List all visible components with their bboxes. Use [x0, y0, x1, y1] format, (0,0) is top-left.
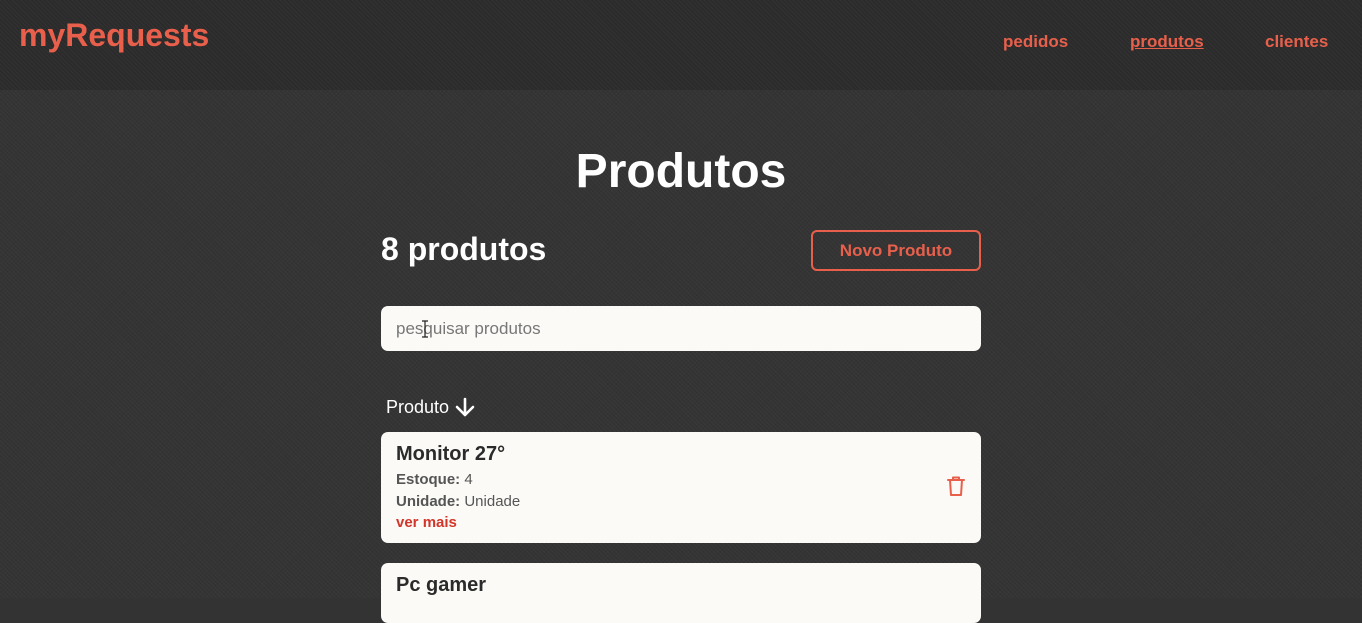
app-logo[interactable]: myRequests: [19, 17, 209, 54]
sort-label: Produto: [386, 396, 450, 417]
product-card: Pc gamer: [381, 563, 981, 623]
product-count: 8 produtos: [381, 231, 547, 267]
see-more-link[interactable]: ver mais: [396, 514, 457, 531]
product-name: Pc gamer: [396, 574, 487, 596]
new-product-button[interactable]: Novo Produto: [811, 230, 981, 271]
product-name: Monitor 27°: [396, 443, 506, 465]
nav-link-pedidos[interactable]: pedidos: [1003, 32, 1068, 52]
nav-link-produtos[interactable]: produtos: [1130, 32, 1204, 52]
search-input[interactable]: [381, 306, 981, 351]
stock-label: Estoque:: [396, 471, 461, 488]
sort-by-product[interactable]: Produto: [386, 396, 477, 418]
text-cursor-icon: [422, 320, 428, 338]
product-card: Monitor 27° Estoque: 4 Unidade: Unidade …: [381, 432, 981, 543]
trash-icon[interactable]: [945, 474, 967, 498]
unit-value: Unidade: [464, 493, 521, 510]
nav-link-clientes[interactable]: clientes: [1265, 32, 1328, 52]
page-title: Produtos: [575, 145, 787, 198]
arrow-down-icon: [455, 397, 475, 417]
stock-value: 4: [464, 471, 473, 488]
product-stock: Estoque: 4: [396, 471, 473, 488]
unit-label: Unidade:: [396, 493, 461, 510]
top-header: myRequests pedidos produtos clientes: [0, 0, 1362, 90]
product-unit: Unidade: Unidade: [396, 493, 520, 510]
